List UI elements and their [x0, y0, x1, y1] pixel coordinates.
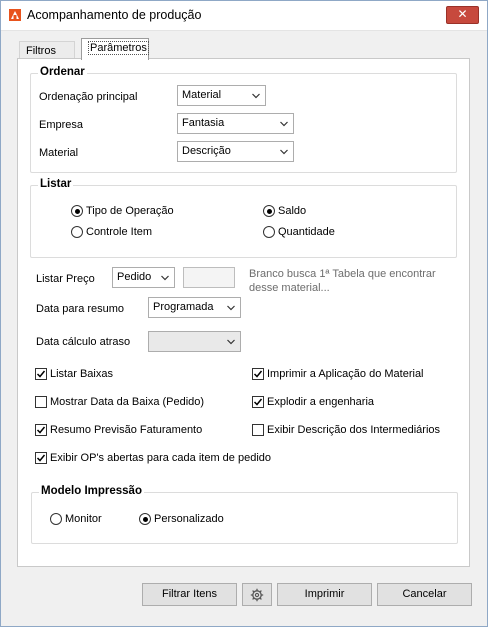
imprimir-aplicacao-checkbox[interactable] [252, 368, 264, 380]
material-value: Descrição [182, 145, 231, 157]
listar-preco-label: Listar Preço [36, 273, 95, 285]
gear-icon [250, 588, 264, 602]
controle-item-label: Controle Item [86, 226, 153, 238]
exibir-intermediarios-checkbox[interactable] [252, 424, 264, 436]
check-icon [36, 370, 46, 378]
ordenacao-principal-label: Ordenação principal [39, 91, 138, 103]
quantidade-radio[interactable] [263, 226, 275, 238]
filtrar-itens-label: Filtrar Itens [161, 588, 217, 600]
explodir-engenharia-label: Explodir a engenharia [267, 396, 375, 408]
chevron-down-icon [227, 339, 235, 345]
tipo-operacao-radio[interactable] [71, 205, 83, 217]
ordenacao-principal-value: Material [182, 89, 222, 101]
dialog-window: Acompanhamento de produção ✕ Filtros Par… [0, 0, 488, 627]
listar-preco-select[interactable]: Pedido [112, 267, 175, 288]
chevron-down-icon [280, 121, 288, 127]
exibir-ops-label: Exibir OP's abertas para cada item de pe… [50, 452, 271, 464]
chevron-down-icon [252, 93, 260, 99]
parametros-panel: Ordenar Ordenação principal Material Emp… [17, 58, 470, 567]
check-icon [253, 398, 263, 406]
imprimir-button[interactable]: Imprimir [277, 583, 372, 606]
cancelar-button[interactable]: Cancelar [377, 583, 472, 606]
exibir-intermediarios-label: Exibir Descrição dos Intermediários [267, 424, 441, 436]
saldo-label: Saldo [278, 205, 307, 217]
empresa-label: Empresa [39, 119, 84, 131]
tipo-operacao-label: Tipo de Operação [86, 205, 174, 217]
app-icon [9, 9, 21, 21]
check-icon [36, 426, 46, 434]
data-atraso-label: Data cálculo atraso [36, 336, 131, 348]
quantidade-label: Quantidade [278, 226, 335, 238]
modelo-title: Modelo Impressão [39, 485, 144, 497]
material-label: Material [39, 147, 79, 159]
chevron-down-icon [227, 305, 235, 311]
tab-parametros[interactable]: Parâmetros [81, 38, 149, 60]
listar-group: Listar Tipo de Operação Controle Item Sa… [30, 178, 457, 258]
tab-parametros-label: Parâmetros [88, 41, 149, 55]
filtrar-itens-button[interactable]: Filtrar Itens [142, 583, 237, 606]
window-title: Acompanhamento de produção [27, 8, 202, 22]
close-button[interactable]: ✕ [446, 6, 479, 24]
material-select[interactable]: Descrição [177, 141, 294, 162]
data-resumo-select[interactable]: Programada [148, 297, 241, 318]
title-bar: Acompanhamento de produção ✕ [1, 1, 487, 31]
data-resumo-label: Data para resumo [36, 303, 125, 315]
modelo-group: Modelo Impressão Monitor Personalizado [31, 485, 458, 544]
ordenacao-principal-select[interactable]: Material [177, 85, 266, 106]
listar-baixas-label: Listar Baixas [50, 368, 113, 380]
data-atraso-select[interactable] [148, 331, 241, 352]
check-icon [36, 454, 46, 462]
exibir-ops-checkbox[interactable] [35, 452, 47, 464]
check-icon [253, 370, 263, 378]
imprimir-aplicacao-label: Imprimir a Aplicação do Material [267, 368, 424, 380]
settings-button[interactable] [242, 583, 272, 606]
data-resumo-value: Programada [153, 301, 214, 313]
ordenar-title: Ordenar [38, 66, 87, 78]
chevron-down-icon [280, 149, 288, 155]
saldo-radio[interactable] [263, 205, 275, 217]
tabela-hint-line1: Branco busca 1ª Tabela que encontrar [249, 268, 436, 280]
listar-title: Listar [38, 178, 74, 190]
mostrar-data-baixa-checkbox[interactable] [35, 396, 47, 408]
listar-preco-value: Pedido [117, 271, 152, 283]
personalizado-label: Personalizado [154, 513, 224, 525]
empresa-value: Fantasia [182, 117, 225, 129]
tabela-preco-input[interactable] [183, 267, 235, 288]
tabela-hint-line2: desse material... [249, 282, 330, 294]
monitor-radio[interactable] [50, 513, 62, 525]
controle-item-radio[interactable] [71, 226, 83, 238]
explodir-engenharia-checkbox[interactable] [252, 396, 264, 408]
ordenar-group: Ordenar Ordenação principal Material Emp… [30, 66, 457, 173]
imprimir-label: Imprimir [304, 588, 345, 600]
resumo-previsao-label: Resumo Previsão Faturamento [50, 424, 203, 436]
personalizado-radio[interactable] [139, 513, 151, 525]
tab-filtros-label: Filtros [26, 45, 56, 57]
monitor-label: Monitor [65, 513, 102, 525]
mostrar-data-baixa-label: Mostrar Data da Baixa (Pedido) [50, 396, 205, 408]
chevron-down-icon [161, 275, 169, 281]
listar-baixas-checkbox[interactable] [35, 368, 47, 380]
cancelar-label: Cancelar [402, 588, 447, 600]
empresa-select[interactable]: Fantasia [177, 113, 294, 134]
resumo-previsao-checkbox[interactable] [35, 424, 47, 436]
